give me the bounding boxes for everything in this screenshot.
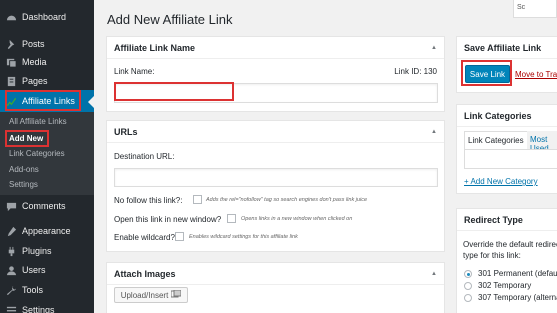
menu-users[interactable]: Users xyxy=(0,259,94,281)
link-name-label: Link Name: xyxy=(114,67,155,76)
menu-label: Tools xyxy=(22,285,44,295)
redirect-301-label: 301 Permanent (default) xyxy=(478,269,557,278)
box-header[interactable]: URLs ▲ xyxy=(107,121,444,143)
attach-images-box: Attach Images ▲ Upload/Insert xyxy=(106,262,445,313)
menu-label: Dashboard xyxy=(22,12,67,22)
submenu-settings[interactable]: Settings xyxy=(9,180,38,189)
wildcard-label: Enable wildcard?: xyxy=(114,233,178,242)
category-list xyxy=(464,149,557,169)
box-title: Save Affiliate Link xyxy=(464,42,542,53)
box-header: Save Affiliate Link xyxy=(457,37,557,59)
add-new-category-link[interactable]: + Add New Category xyxy=(464,177,538,186)
wildcard-hint: Enables wildcard settings for this affil… xyxy=(189,234,298,240)
redirect-307-label: 307 Temporary (alternative) xyxy=(478,293,557,302)
screen-options-tab[interactable]: Sc xyxy=(513,0,557,18)
dashboard-icon xyxy=(0,12,22,23)
new-window-checkbox[interactable] xyxy=(227,214,236,223)
redirect-301-radio[interactable] xyxy=(464,270,472,278)
menu-label: Comments xyxy=(22,201,66,211)
media-icon xyxy=(0,57,22,68)
box-header[interactable]: Attach Images ▲ xyxy=(107,263,444,285)
button-label: Upload/Insert xyxy=(120,290,169,300)
highlight-box xyxy=(114,82,234,101)
move-to-trash-link[interactable]: Move to Trash xyxy=(515,70,557,79)
redirect-302-label: 302 Temporary xyxy=(478,281,532,290)
menu-comments[interactable]: Comments xyxy=(0,195,94,217)
menu-settings[interactable]: Settings xyxy=(0,299,94,313)
highlight-box xyxy=(5,90,81,111)
box-header: Link Categories xyxy=(457,105,557,127)
highlight-box xyxy=(5,130,49,147)
box-header[interactable]: Affiliate Link Name ▲ xyxy=(107,37,444,59)
collapse-toggle-icon[interactable]: ▲ xyxy=(431,129,437,135)
urls-box: URLs ▲ Destination URL: No follow this l… xyxy=(106,120,445,252)
menu-label: Settings xyxy=(22,305,55,313)
menu-label: Media xyxy=(22,57,47,67)
admin-sidebar: Dashboard Posts Media Pages Affiliate Li… xyxy=(0,0,94,313)
box-title: URLs xyxy=(114,126,138,137)
tab-link-categories[interactable]: Link Categories xyxy=(464,131,528,149)
link-id-label: Link ID: 130 xyxy=(394,67,437,76)
link-categories-box: Link Categories Link Categories Most Use… xyxy=(456,104,557,194)
page-title: Add New Affiliate Link xyxy=(107,12,233,27)
users-icon xyxy=(0,265,22,276)
menu-label: Appearance xyxy=(22,226,71,236)
box-title: Affiliate Link Name xyxy=(114,42,196,53)
wildcard-checkbox[interactable] xyxy=(175,232,184,241)
tools-icon xyxy=(0,285,22,296)
redirect-307-radio[interactable] xyxy=(464,294,472,302)
destination-url-input[interactable] xyxy=(114,168,438,187)
collapse-toggle-icon[interactable]: ▲ xyxy=(431,271,437,277)
nofollow-hint: Adds the rel="nofollow" tag so search en… xyxy=(206,197,368,203)
submenu-addons[interactable]: Add-ons xyxy=(9,165,39,174)
settings-icon xyxy=(0,305,22,313)
comments-icon xyxy=(0,201,22,212)
nofollow-checkbox[interactable] xyxy=(193,195,202,204)
menu-tools[interactable]: Tools xyxy=(0,279,94,301)
new-window-label: Open this link in new window? xyxy=(114,215,222,224)
collapse-toggle-icon[interactable]: ▲ xyxy=(431,45,437,51)
menu-label: Plugins xyxy=(22,246,52,256)
highlight-box xyxy=(461,60,512,86)
menu-label: Pages xyxy=(22,76,48,86)
box-title: Link Categories xyxy=(464,110,532,121)
menu-appearance[interactable]: Appearance xyxy=(0,220,94,242)
redirect-302-radio[interactable] xyxy=(464,282,472,290)
box-header: Redirect Type xyxy=(457,209,557,231)
plugins-icon xyxy=(0,246,22,257)
upload-insert-button[interactable]: Upload/Insert xyxy=(114,287,188,303)
box-title: Redirect Type xyxy=(464,214,523,225)
media-upload-icon xyxy=(170,289,182,300)
redirect-description: Override the default redirect type for t… xyxy=(463,240,557,260)
active-menu-arrow xyxy=(88,96,94,108)
submenu-all-links[interactable]: All Affiliate Links xyxy=(9,117,67,126)
affiliate-submenu: All Affiliate Links Add New Link Categor… xyxy=(0,112,94,195)
destination-url-label: Destination URL: xyxy=(114,152,175,161)
menu-label: Posts xyxy=(22,39,45,49)
nofollow-label: No follow this link?: xyxy=(114,196,183,205)
redirect-type-box: Redirect Type Override the default redir… xyxy=(456,208,557,313)
menu-pages[interactable]: Pages xyxy=(0,70,94,92)
menu-dashboard[interactable]: Dashboard xyxy=(0,6,94,28)
menu-label: Users xyxy=(22,265,46,275)
new-window-hint: Opens links in a new window when clicked… xyxy=(241,216,353,222)
pin-icon xyxy=(0,39,22,50)
appearance-icon xyxy=(0,226,22,237)
submenu-link-categories[interactable]: Link Categories xyxy=(9,149,65,158)
pages-icon xyxy=(0,76,22,87)
box-title: Attach Images xyxy=(114,268,176,279)
